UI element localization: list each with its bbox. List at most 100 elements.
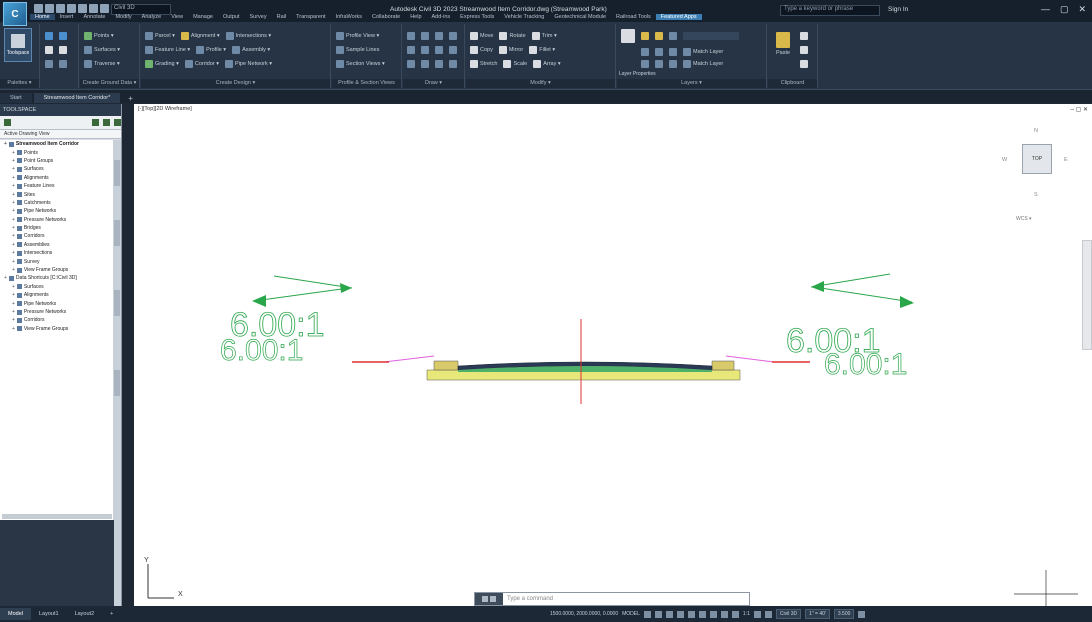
section-views-button[interactable]: Section Views ▾ [336, 60, 385, 68]
settings-icon[interactable] [490, 596, 496, 602]
polar-icon[interactable] [676, 610, 684, 618]
intersections-button[interactable]: Intersections ▾ [225, 32, 271, 40]
expand-icon[interactable]: + [12, 309, 15, 315]
ribbon-tab-view[interactable]: View [166, 14, 188, 20]
application-menu-button[interactable]: C [3, 2, 27, 26]
civil-workspace-box[interactable]: Civil 3D [775, 609, 802, 619]
maximize-button[interactable]: ▢ [1060, 4, 1069, 15]
expand-icon[interactable]: + [12, 225, 15, 231]
file-tab-drawing[interactable]: Streamwood Item Corridor* [33, 93, 121, 103]
arc-icon[interactable] [449, 32, 457, 40]
workspace-switch-icon[interactable] [764, 610, 772, 618]
properties-icon[interactable] [45, 60, 53, 68]
toolspace-view-dropdown[interactable]: Active Drawing View [0, 130, 121, 139]
side-tab-settings[interactable] [114, 220, 120, 246]
tree-item[interactable]: + View Frame Groups [0, 266, 114, 274]
tool-palettes-icon[interactable] [59, 60, 67, 68]
expand-icon[interactable]: + [12, 208, 15, 214]
tree-item[interactable]: + Pressure Networks [0, 308, 114, 316]
help-search-input[interactable]: Type a keyword or phrase [780, 5, 880, 16]
layer-properties-button[interactable] [621, 29, 635, 43]
pipe-network-button[interactable]: Pipe Network ▾ [225, 60, 272, 68]
side-tab-toolbox[interactable] [114, 370, 120, 396]
layer-tool-icon[interactable] [655, 60, 663, 68]
layout-tab-2[interactable]: Layout2 [67, 608, 103, 620]
tree-item[interactable]: + Feature Lines [0, 182, 114, 190]
region-icon[interactable] [421, 60, 429, 68]
copy-button[interactable]: Copy [470, 46, 493, 54]
layer-tool-icon[interactable] [641, 48, 649, 56]
ellipse-icon[interactable] [435, 46, 443, 54]
feature-line-button[interactable]: Feature Line ▾ [145, 46, 190, 54]
expand-icon[interactable]: + [12, 301, 15, 307]
ribbon-tab-vehicle-tracking[interactable]: Vehicle Tracking [499, 14, 549, 20]
drawing-area[interactable]: [-][Top][2D Wireframe] – ▢ ✕ N W TOP E S… [134, 104, 1092, 606]
tree-item[interactable]: + Surfaces [0, 165, 114, 173]
model-space-toggle[interactable]: MODEL [622, 611, 640, 617]
refresh-icon[interactable] [92, 119, 99, 126]
layer-tool-icon[interactable] [669, 60, 677, 68]
minimize-button[interactable]: — [1041, 4, 1050, 15]
alignment-button[interactable]: Alignment ▾ [180, 32, 220, 40]
layer-dropdown[interactable] [683, 32, 739, 40]
tree-item[interactable]: + Survey [0, 257, 114, 265]
stretch-button[interactable]: Stretch [470, 60, 497, 68]
tree-item[interactable]: + Bridges [0, 224, 114, 232]
expand-icon[interactable]: + [12, 150, 15, 156]
add-layout-button[interactable]: + [102, 608, 121, 620]
lock-icon[interactable] [669, 32, 677, 40]
expand-icon[interactable]: + [12, 233, 15, 239]
grading-button[interactable]: Grading ▾ [145, 60, 179, 68]
ribbon-tab-modify[interactable]: Modify [110, 14, 136, 20]
ribbon-tab-annotate[interactable]: Annotate [78, 14, 110, 20]
ribbon-tab-geotechnical-module[interactable]: Geotechnical Module [549, 14, 611, 20]
ribbon-tab-output[interactable]: Output [218, 14, 245, 20]
tree-item[interactable]: + Sites [0, 190, 114, 198]
expand-icon[interactable]: + [12, 175, 15, 181]
tree-item[interactable]: + Catchments [0, 199, 114, 207]
tree-item[interactable]: + Pipe Networks [0, 299, 114, 307]
new-tab-button[interactable]: + [122, 94, 139, 103]
expand-icon[interactable]: + [12, 192, 15, 198]
profile-button[interactable]: Profile ▾ [196, 46, 226, 54]
expand-icon[interactable]: + [12, 200, 15, 206]
prospector-icon[interactable] [45, 32, 53, 40]
profile-view-button[interactable]: Profile View ▾ [336, 32, 379, 40]
ribbon-tab-survey[interactable]: Survey [244, 14, 271, 20]
circle-icon[interactable] [435, 32, 443, 40]
tree-item[interactable]: + Assemblies [0, 241, 114, 249]
expand-icon[interactable]: + [12, 166, 15, 172]
tree-item[interactable]: + View Frame Groups [0, 325, 114, 333]
ribbon-tab-infraworks[interactable]: InfraWorks [331, 14, 368, 20]
expand-icon[interactable]: + [12, 267, 15, 273]
tree-item[interactable]: + Streamwood Item Corridor [0, 140, 114, 148]
mirror-button[interactable]: Mirror [498, 46, 523, 54]
layout-tab-model[interactable]: Model [0, 608, 31, 620]
hatch-icon[interactable] [421, 46, 429, 54]
boundary-icon[interactable] [435, 60, 443, 68]
annotation-visibility-icon[interactable] [753, 610, 761, 618]
layer-tool-icon[interactable] [641, 60, 649, 68]
array-button[interactable]: Array ▾ [533, 60, 561, 68]
ortho-icon[interactable] [665, 610, 673, 618]
spline-icon[interactable] [449, 46, 457, 54]
expand-icon[interactable]: + [12, 183, 15, 189]
tree-item[interactable]: + Points [0, 148, 114, 156]
copy-clip-icon[interactable] [800, 46, 808, 54]
scale-button[interactable]: Scale [503, 60, 527, 68]
light-bulb-icon[interactable] [641, 32, 649, 40]
options-icon[interactable] [103, 119, 110, 126]
ribbon-tab-help[interactable]: Help [405, 14, 426, 20]
match-properties-icon[interactable] [800, 60, 808, 68]
selection-cycling-icon[interactable] [731, 610, 739, 618]
surfaces-button[interactable]: Surfaces ▾ [84, 46, 120, 54]
ribbon-tab-express-tools[interactable]: Express Tools [455, 14, 499, 20]
assembly-button[interactable]: Assembly ▾ [232, 46, 270, 54]
cut-icon[interactable] [800, 32, 808, 40]
text-icon[interactable] [449, 60, 457, 68]
layout-tab-1[interactable]: Layout1 [31, 608, 67, 620]
side-tab-survey[interactable] [114, 290, 120, 316]
tree-item[interactable]: + Alignments [0, 174, 114, 182]
ribbon-tab-manage[interactable]: Manage [188, 14, 218, 20]
close-icon[interactable] [482, 596, 488, 602]
